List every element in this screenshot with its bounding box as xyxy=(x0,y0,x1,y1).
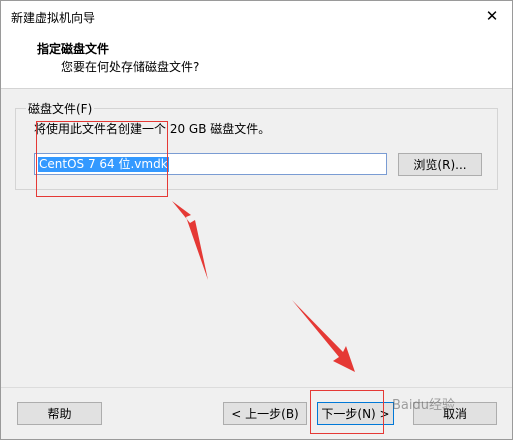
wizard-header: 指定磁盘文件 您要在何处存储磁盘文件? xyxy=(1,31,512,89)
close-icon: ✕ xyxy=(485,7,499,25)
page-subtitle: 您要在何处存储磁盘文件? xyxy=(61,60,200,74)
footer-divider xyxy=(1,387,512,388)
back-button[interactable]: < 上一步(B) xyxy=(223,402,307,425)
page-title: 指定磁盘文件 xyxy=(37,42,110,56)
disk-file-group: 磁盘文件(F) 将使用此文件名创建一个 20 GB 磁盘文件。 CentOS 7… xyxy=(15,100,498,190)
disk-file-input[interactable]: CentOS 7 64 位.vmdk xyxy=(34,153,387,175)
cancel-button[interactable]: 取消 xyxy=(413,402,497,425)
window-title: 新建虚拟机向导 xyxy=(11,11,96,25)
browse-button[interactable]: 浏览(R)... xyxy=(398,153,482,176)
next-button[interactable]: 下一步(N) > xyxy=(317,402,394,425)
close-button[interactable]: ✕ xyxy=(472,1,512,31)
help-button[interactable]: 帮助 xyxy=(17,402,102,425)
disk-file-description: 将使用此文件名创建一个 20 GB 磁盘文件。 xyxy=(34,122,271,136)
wizard-window: 新建虚拟机向导 ✕ 指定磁盘文件 您要在何处存储磁盘文件? 磁盘文件(F) 将使… xyxy=(0,0,513,440)
title-bar: 新建虚拟机向导 ✕ xyxy=(1,1,512,31)
disk-file-value: CentOS 7 64 位.vmdk xyxy=(38,157,169,172)
disk-file-group-label: 磁盘文件(F) xyxy=(26,100,95,117)
